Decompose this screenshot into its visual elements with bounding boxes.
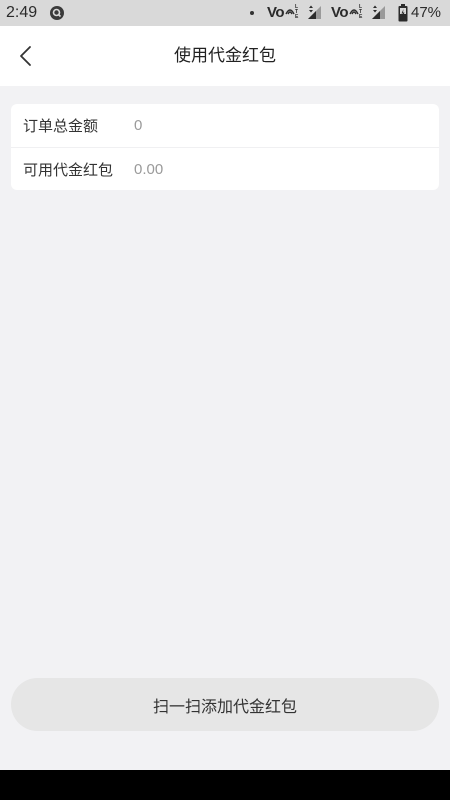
header: 使用代金红包 [0, 26, 450, 86]
lte-label: LTE [295, 4, 299, 20]
available-voucher-value: 0.00 [134, 160, 164, 178]
volte-icon: Vo LTE [267, 4, 301, 22]
status-time: 2:49 [6, 4, 38, 21]
chevron-left-icon [20, 46, 31, 66]
system-navigation-bar [0, 770, 450, 800]
volte-icon: Vo LTE [331, 4, 365, 22]
order-total-label: 订单总金额 [23, 118, 99, 135]
signal-icon [308, 5, 321, 19]
order-total-value: 0 [134, 117, 143, 134]
signal-icon [372, 5, 385, 19]
notification-dot-icon [250, 11, 254, 15]
status-bar: 2:49 Vo LTE Vo LTE 47% [0, 0, 450, 26]
page-title: 使用代金红包 [174, 46, 276, 65]
battery-percent: 47% [411, 4, 442, 21]
notification-app-icon [50, 6, 64, 20]
back-button[interactable] [12, 42, 40, 70]
wave-icon [349, 9, 359, 15]
battery-icon [398, 4, 408, 22]
volte-label: Vo [331, 4, 349, 21]
order-total-row: 订单总金额 0 [11, 104, 439, 147]
voucher-summary-card: 订单总金额 0 可用代金红包 0.00 [11, 104, 439, 190]
volte-label: Vo [267, 4, 285, 21]
wave-icon [285, 9, 295, 15]
lte-label: LTE [359, 4, 363, 20]
scan-add-voucher-button[interactable]: 扫一扫添加代金红包 [11, 678, 439, 731]
available-voucher-row: 可用代金红包 0.00 [11, 147, 439, 190]
available-voucher-label: 可用代金红包 [23, 161, 114, 179]
